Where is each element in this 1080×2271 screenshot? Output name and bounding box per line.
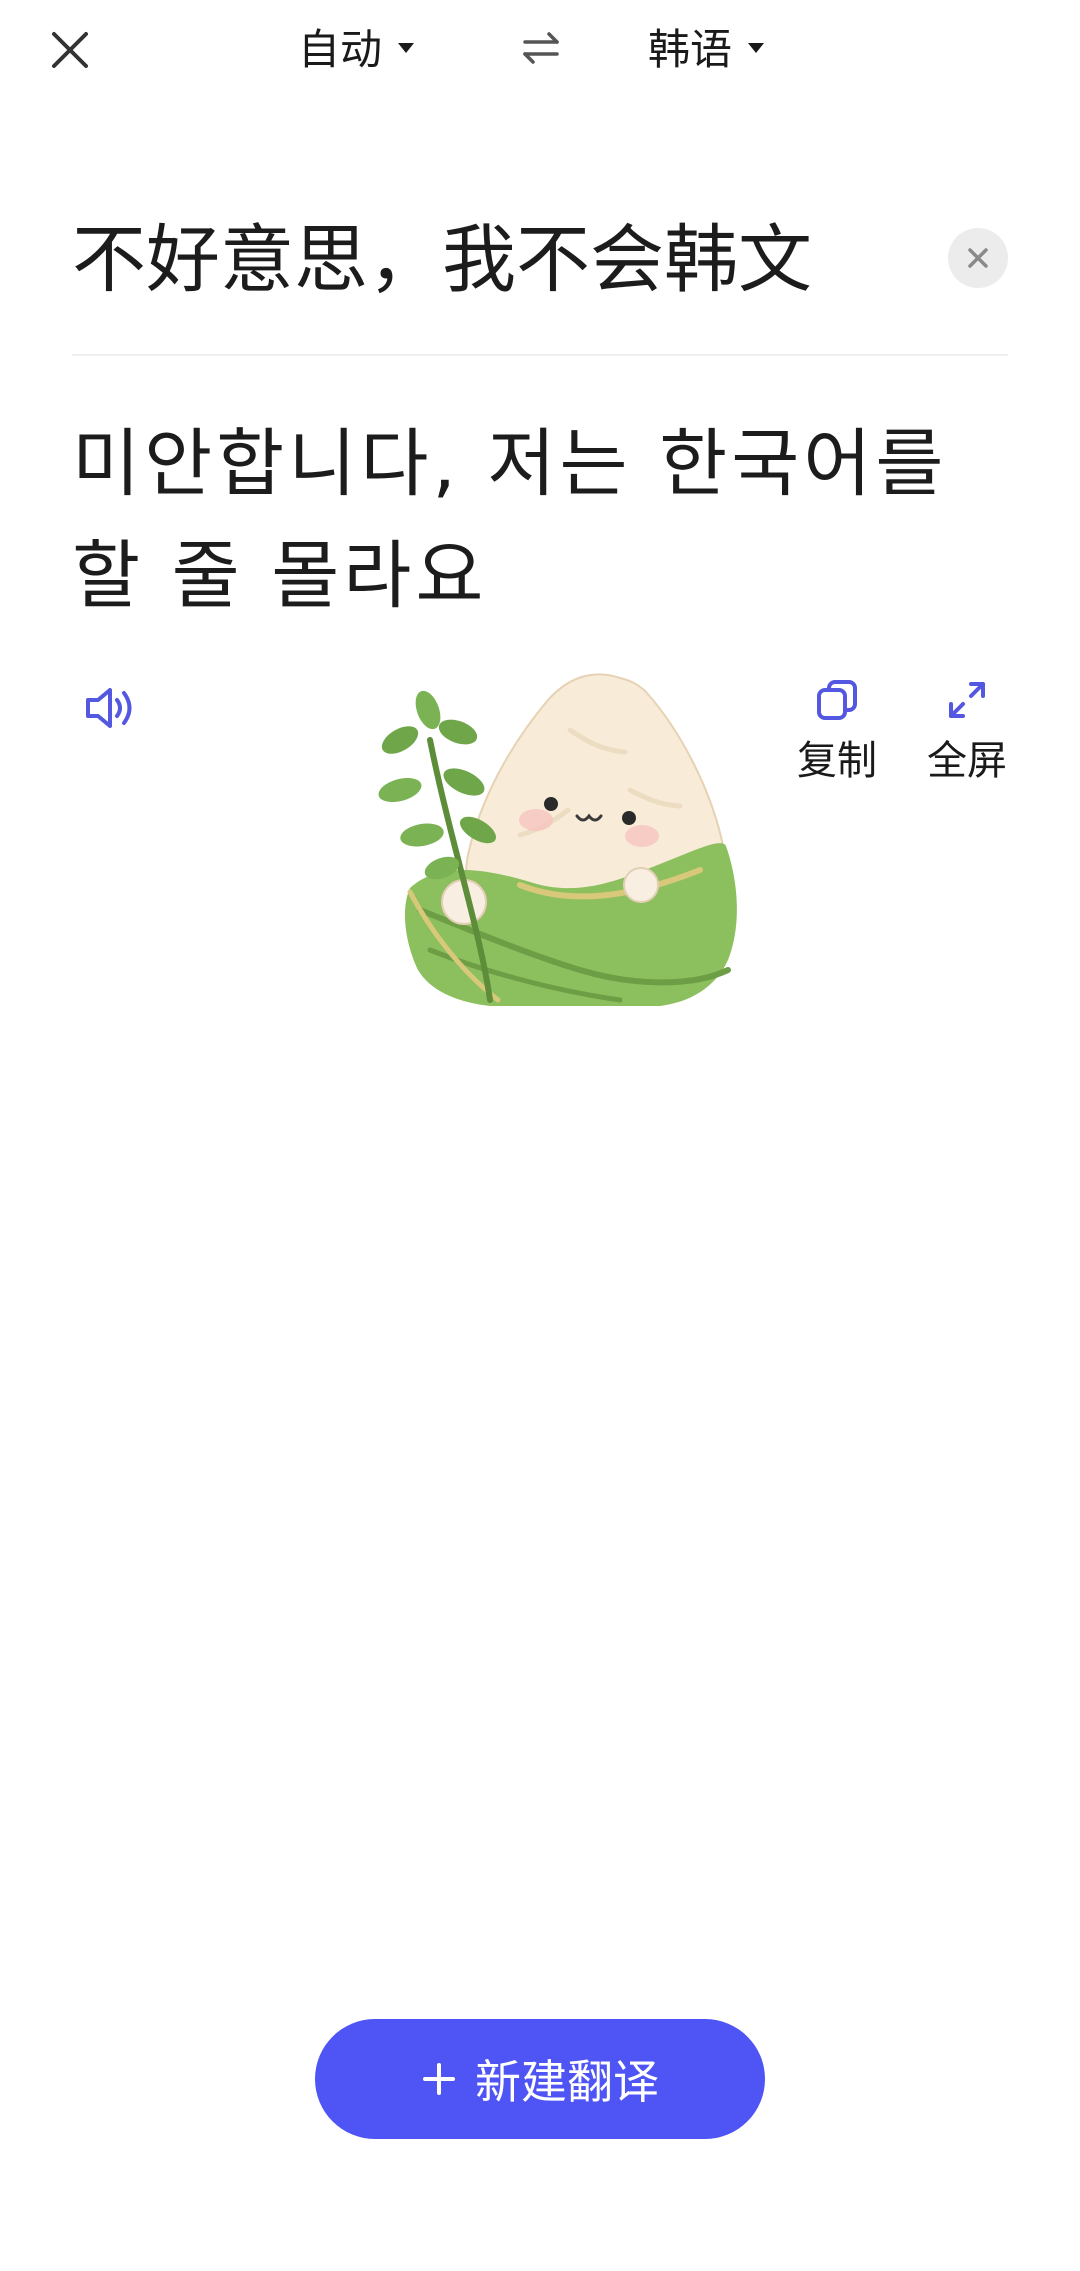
close-button[interactable] <box>40 20 100 80</box>
fullscreen-button[interactable]: 全屏 <box>912 672 1022 786</box>
clear-text-button[interactable] <box>948 228 1008 288</box>
target-language-label: 韩语 <box>648 24 733 74</box>
copy-icon <box>817 680 857 720</box>
expand-icon <box>949 682 985 718</box>
close-icon <box>52 32 88 68</box>
divider <box>72 354 1008 356</box>
new-translation-label: 新建翻译 <box>475 2055 659 2109</box>
chevron-down-icon <box>398 43 415 53</box>
clear-icon <box>968 248 988 268</box>
plus-icon <box>421 2061 457 2097</box>
play-audio-button[interactable] <box>78 676 142 740</box>
zongzi-mascot-illustration <box>378 673 737 1006</box>
translation-line: 할 줄 몰라요 <box>72 533 488 619</box>
source-text[interactable]: 不好意思，我不会韩文 <box>72 212 932 308</box>
translation-result: 미안합니다, 저는 한국어를 할 줄 몰라요 <box>72 408 972 632</box>
translation-line: 미안합니다, 저는 한국어를 <box>72 421 948 507</box>
target-language-dropdown[interactable]: 韩语 <box>648 14 765 78</box>
source-language-dropdown[interactable]: 自动 <box>298 14 415 78</box>
fullscreen-label: 全屏 <box>927 738 1007 784</box>
top-bar: 自动 韩语 <box>0 0 1080 92</box>
source-language-label: 自动 <box>298 24 383 74</box>
swap-languages-button[interactable] <box>516 20 566 76</box>
swap-icon <box>523 32 559 64</box>
chevron-down-icon <box>748 43 765 53</box>
new-translation-button[interactable]: 新建翻译 <box>315 2019 765 2139</box>
copy-label: 复制 <box>797 738 877 784</box>
copy-button[interactable]: 复制 <box>782 672 892 786</box>
speaker-icon <box>86 688 132 728</box>
